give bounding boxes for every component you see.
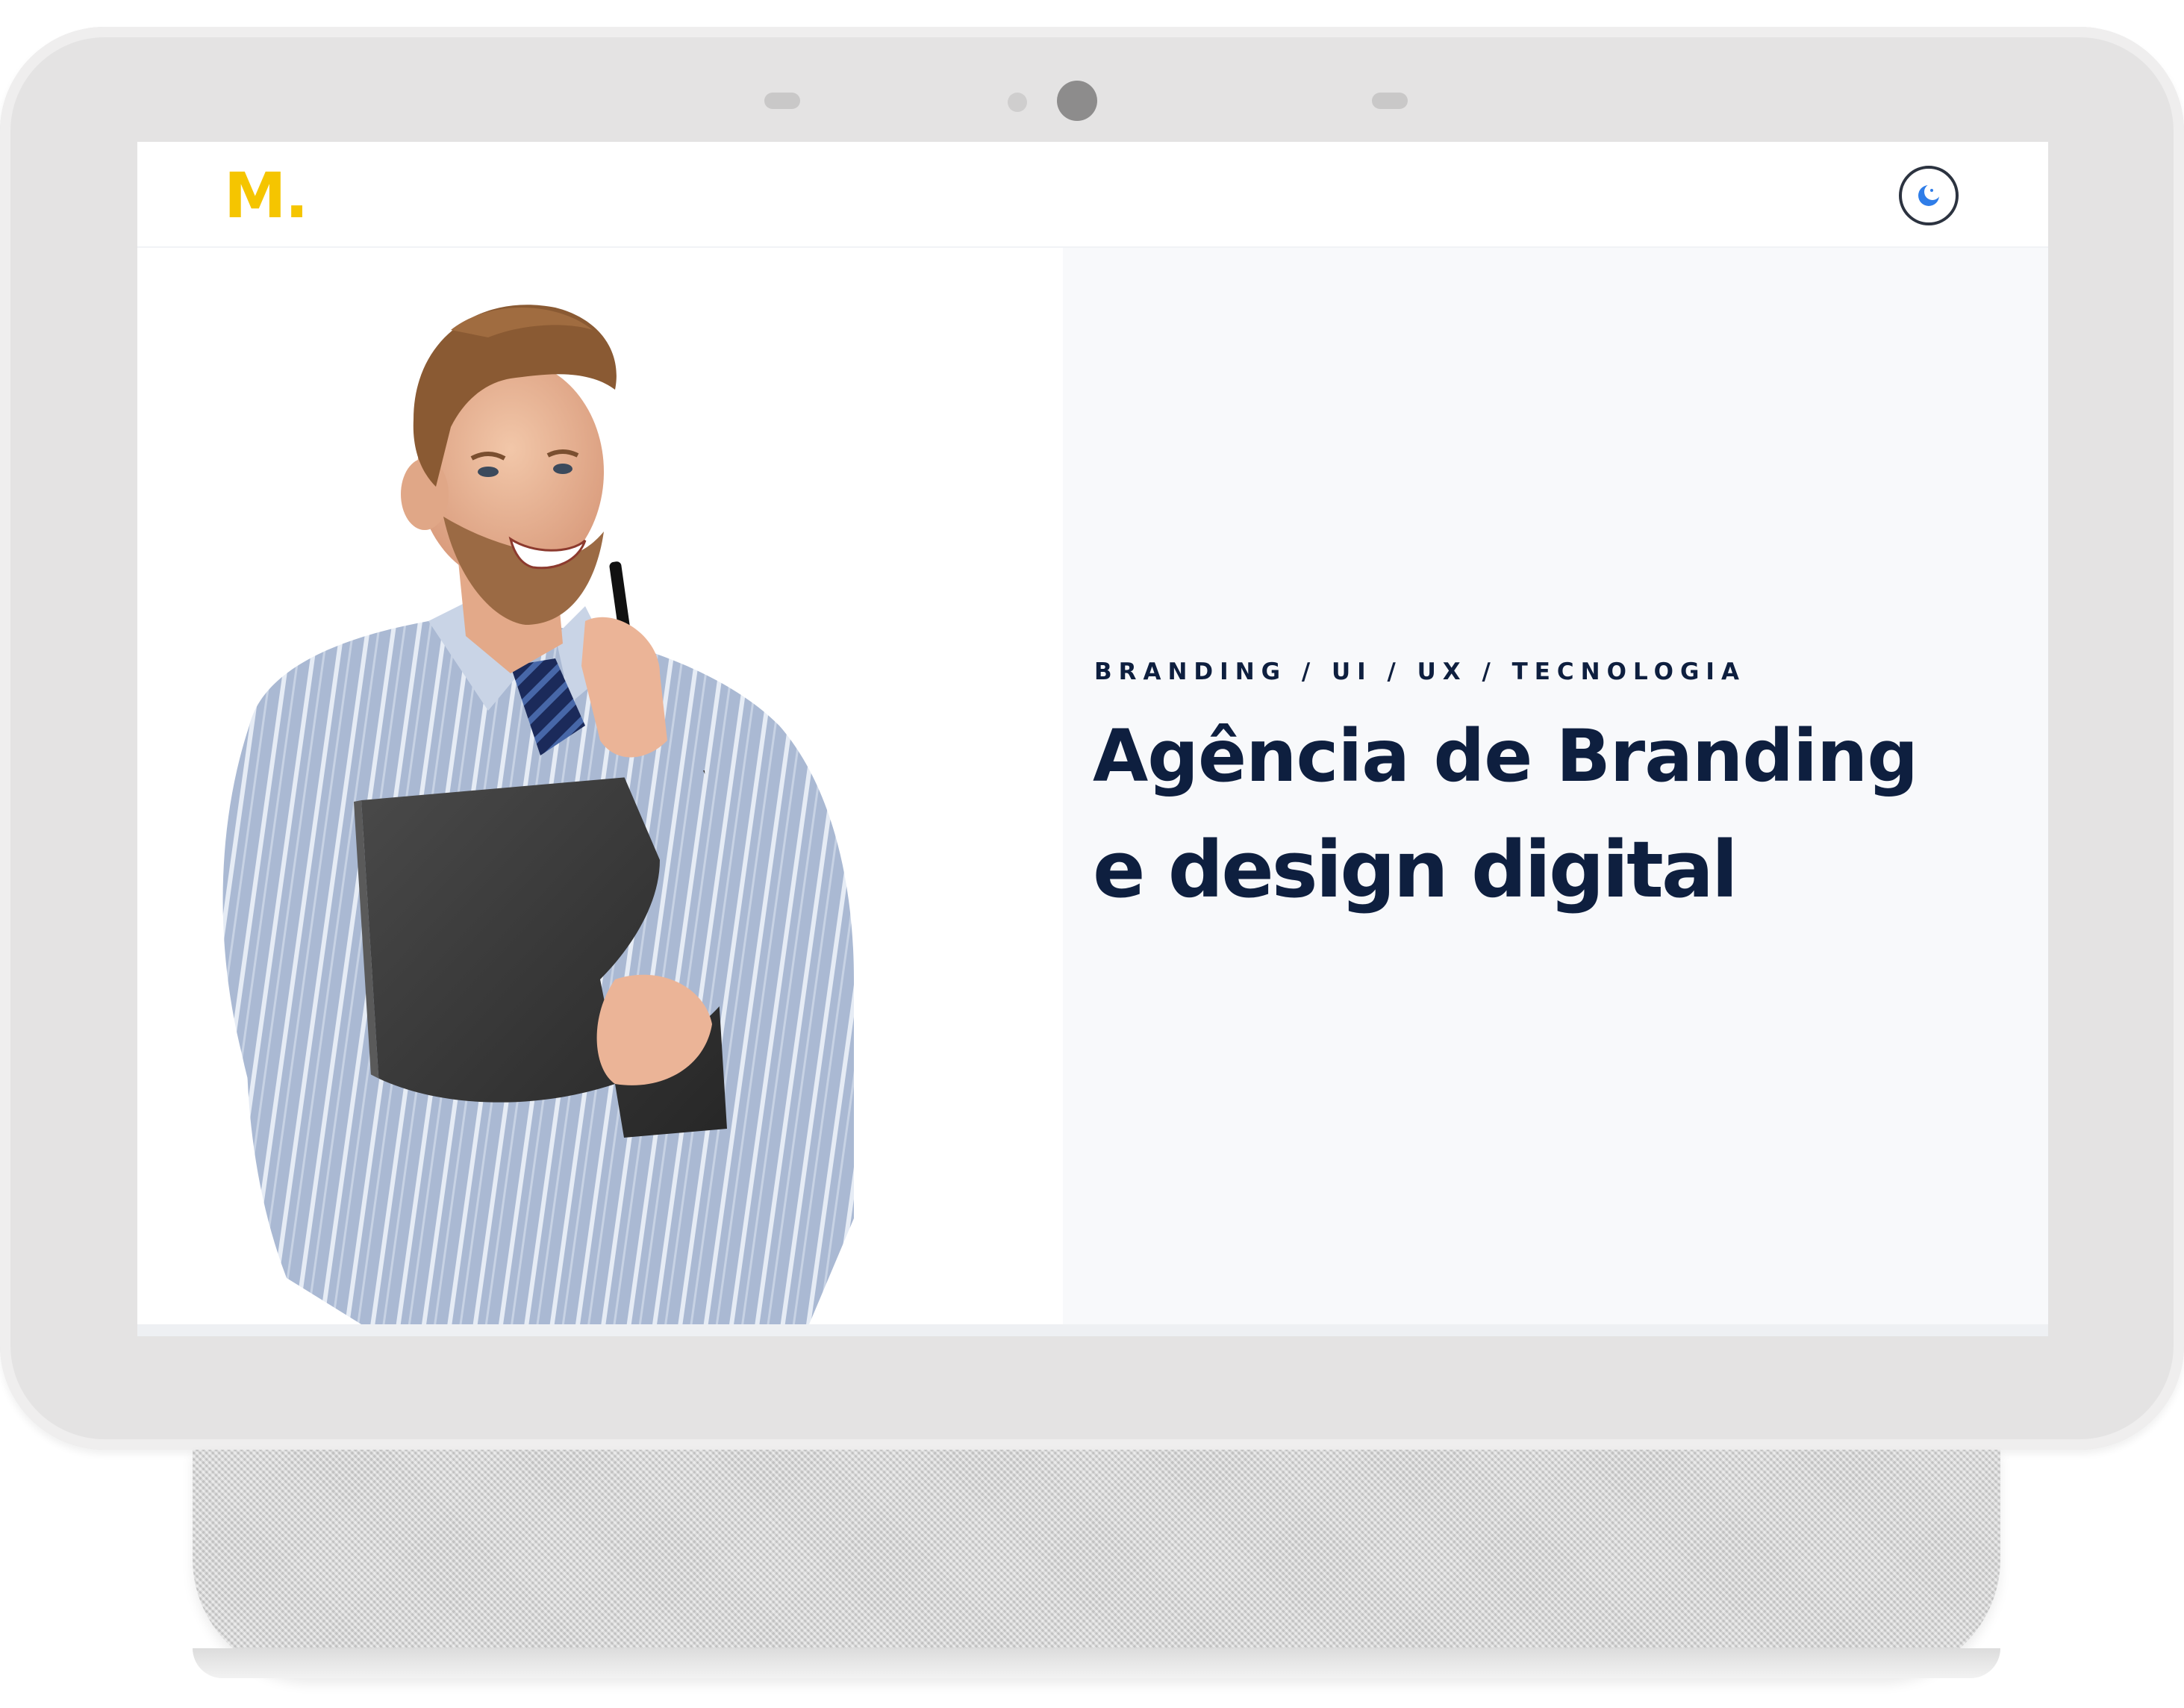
hero-headline-line1: Agência de Branding <box>1093 714 1918 798</box>
speaker-base <box>193 1450 2000 1678</box>
scroll-edge <box>137 1324 2048 1336</box>
theme-toggle-button[interactable] <box>1899 166 1959 225</box>
businessman-photo <box>222 305 854 1324</box>
camera-icon <box>1057 81 1097 121</box>
device-screen: M. BRANDING / UI / UX / TECNOLOGIA Agênc… <box>137 142 2048 1336</box>
hero-image-panel <box>137 248 1063 1324</box>
hero-headline-line2: e design digital <box>1093 824 1738 915</box>
sensor-right <box>1372 93 1408 109</box>
hero-eyebrow: BRANDING / UI / UX / TECNOLOGIA <box>1094 658 1746 685</box>
site-logo[interactable]: M. <box>224 158 308 233</box>
sensor-left <box>764 93 800 109</box>
moon-icon <box>1918 184 1941 206</box>
navbar: M. <box>137 142 2048 248</box>
light-sensor <box>1008 93 1027 112</box>
